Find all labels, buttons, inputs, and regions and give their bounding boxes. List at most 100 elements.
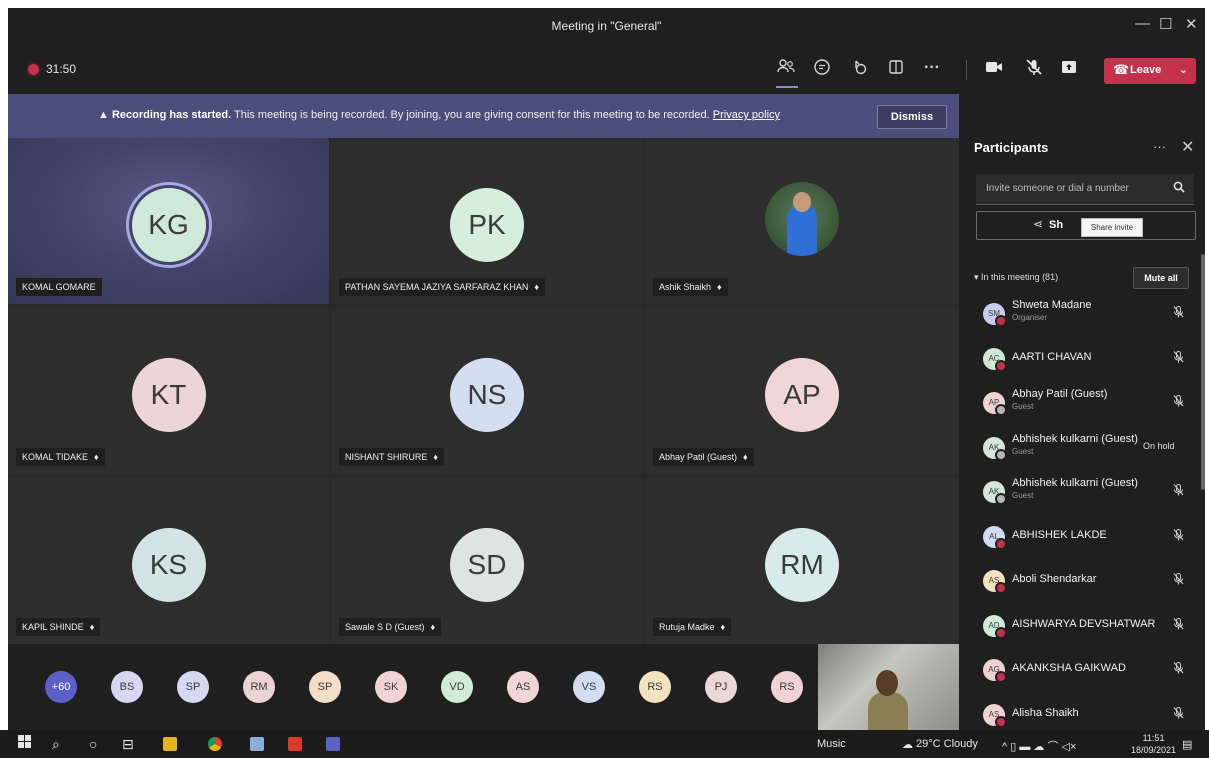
participant-list-item[interactable]: AC AARTI CHAVAN	[959, 337, 1195, 381]
participant-list-item[interactable]: AS Aboli Shendarkar	[959, 559, 1195, 603]
participant-list-name: Abhay Patil (Guest)	[1012, 388, 1108, 400]
participant-name: NISHANT SHIRURE	[345, 452, 428, 462]
meeting-toolbar: 31:50 ··· ☎ Leave ⌄	[8, 44, 1205, 94]
maximize-button[interactable]: ☐	[1159, 15, 1172, 33]
participant-role: Guest	[1012, 446, 1034, 456]
strip-avatar[interactable]: BS	[111, 671, 143, 703]
search-icon[interactable]	[1173, 181, 1185, 196]
strip-avatar[interactable]: AS	[507, 671, 539, 703]
video-tile[interactable]: AP Abhay Patil (Guest) ♦	[645, 308, 959, 474]
mic-muted-icon[interactable]	[1173, 306, 1184, 321]
mic-muted-icon[interactable]	[1173, 573, 1184, 588]
privacy-policy-link[interactable]: Privacy policy	[713, 109, 780, 121]
file-explorer-icon[interactable]	[163, 737, 177, 751]
participant-photo	[765, 182, 839, 256]
mic-muted-icon[interactable]	[1173, 706, 1184, 722]
participant-list-item[interactable]: AP Abhay Patil (Guest) Guest	[959, 381, 1195, 425]
task-view-icon[interactable]: ⊟	[122, 735, 134, 753]
participant-list-item[interactable]: AK Abhishek kulkarni (Guest) Guest	[959, 470, 1195, 514]
video-tile[interactable]: SD Sawale S D (Guest) ♦	[331, 478, 643, 644]
participant-avatar: KG	[131, 188, 206, 262]
app-icon[interactable]	[250, 737, 264, 751]
panel-title: Participants	[974, 140, 1049, 155]
panel-close-icon[interactable]: ✕	[1181, 137, 1194, 157]
strip-avatar[interactable]: PJ	[705, 671, 737, 703]
dismiss-button[interactable]: Dismiss	[877, 105, 947, 129]
participant-list-name: Abhishek kulkarni (Guest)	[1012, 477, 1138, 489]
notifications-icon[interactable]: ▤	[1182, 738, 1192, 751]
strip-avatar[interactable]: RS	[639, 671, 671, 703]
presence-status-icon	[995, 626, 1007, 639]
mic-muted-icon[interactable]	[1173, 617, 1184, 633]
mic-muted-icon[interactable]	[1173, 662, 1184, 677]
close-window-button[interactable]: ✕	[1185, 15, 1198, 33]
recording-indicator-icon	[28, 64, 39, 75]
participant-role: Organiser	[1012, 313, 1048, 322]
breakout-rooms-icon[interactable]	[887, 58, 905, 82]
video-tile[interactable]: KG KOMAL GOMARE	[8, 138, 329, 304]
mic-muted-icon[interactable]	[1173, 350, 1184, 366]
participant-list-item[interactable]: AG AKANKSHA GAIKWAD	[959, 648, 1195, 692]
strip-avatar[interactable]: SP	[309, 671, 341, 703]
chat-icon[interactable]	[813, 58, 831, 82]
share-invite-tooltip: Share invite	[1081, 218, 1143, 237]
video-tile[interactable]: PK PATHAN SAYEMA JAZIYA SARFARAZ KHAN ♦	[331, 138, 643, 304]
mic-muted-icon[interactable]	[1173, 528, 1184, 544]
cortana-icon[interactable]: ○	[89, 735, 97, 753]
windows-start-icon[interactable]	[18, 735, 32, 753]
mic-muted-icon[interactable]	[1025, 58, 1043, 82]
participant-avatar: RM	[765, 528, 839, 602]
system-clock[interactable]: 11:51 18/09/2021	[1131, 732, 1176, 756]
minimize-button[interactable]: —	[1135, 15, 1150, 32]
participant-list-name: Aboli Shendarkar	[1012, 573, 1097, 585]
music-label[interactable]: Music	[817, 738, 846, 750]
share-screen-icon[interactable]	[1060, 58, 1078, 82]
teams-icon[interactable]	[326, 737, 340, 751]
participant-list-item[interactable]: AS Alisha Shaikh	[959, 693, 1195, 731]
participants-panel: Participants ··· ✕ Invite someone or dia…	[959, 94, 1205, 730]
toolbar-divider	[966, 60, 967, 80]
chrome-icon[interactable]	[208, 737, 222, 751]
video-tile[interactable]: RM Rutuja Madke ♦	[645, 478, 959, 644]
mic-muted-icon[interactable]	[1173, 484, 1184, 499]
mic-muted-icon: ♦	[534, 282, 539, 292]
strip-avatar[interactable]: RS	[771, 671, 803, 703]
panel-more-icon[interactable]: ···	[1153, 139, 1166, 154]
strip-avatar[interactable]: SP	[177, 671, 209, 703]
chevron-down-icon[interactable]: ⌄	[1179, 63, 1188, 76]
participant-list-item[interactable]: SM Shweta Madane Organiser	[959, 292, 1195, 336]
camera-icon[interactable]	[984, 58, 1004, 82]
in-meeting-header[interactable]: ▾ In this meeting (81)	[974, 272, 1058, 283]
mic-muted-icon[interactable]	[1173, 395, 1184, 410]
participants-icon[interactable]	[776, 58, 796, 82]
mute-all-button[interactable]: Mute all	[1133, 267, 1189, 289]
strip-avatar[interactable]: VS	[573, 671, 605, 703]
more-actions-icon[interactable]: ···	[924, 58, 940, 78]
mic-muted-icon: ♦	[717, 282, 722, 292]
panel-scrollbar[interactable]	[1201, 254, 1205, 490]
video-tile[interactable]: Ashik Shaikh ♦	[645, 138, 959, 304]
leave-button[interactable]: ☎ Leave ⌄	[1104, 58, 1196, 84]
strip-avatar[interactable]: SK	[375, 671, 407, 703]
participant-list-item[interactable]: AD AISHWARYA DEVSHATWAR	[959, 604, 1195, 648]
weather-widget[interactable]: 29°C Cloudy	[916, 738, 978, 750]
reactions-icon[interactable]	[850, 58, 868, 82]
participant-avatar: KS	[131, 528, 206, 602]
more-participants-button[interactable]: +60	[45, 671, 77, 703]
system-tray-icons[interactable]: ^ ▯ ▬ ☁ ⌒ ◁×	[1002, 738, 1076, 754]
strip-avatar[interactable]: RM	[243, 671, 275, 703]
invite-placeholder: Invite someone or dial a number	[986, 183, 1129, 194]
presence-status-icon	[995, 493, 1007, 505]
acrobat-icon[interactable]	[288, 737, 302, 751]
strip-avatar[interactable]: VD	[441, 671, 473, 703]
participant-list-avatar: AL	[983, 525, 1007, 550]
video-tile[interactable]: NS NISHANT SHIRURE ♦	[331, 308, 643, 474]
invite-search-input[interactable]: Invite someone or dial a number	[976, 174, 1194, 205]
participant-list-item[interactable]: AK Abhishek kulkarni (Guest) Guest On hold	[959, 426, 1195, 470]
participant-list-item[interactable]: AL ABHISHEK LAKDE	[959, 515, 1195, 559]
search-icon[interactable]: ⌕	[52, 735, 60, 753]
video-tile[interactable]: KT KOMAL TIDAKE ♦	[8, 308, 329, 474]
video-tile[interactable]: KS KAPIL SHINDE ♦	[8, 478, 329, 644]
participant-name: Ashik Shaikh	[659, 282, 712, 292]
participant-name-tag: Ashik Shaikh ♦	[653, 278, 728, 296]
